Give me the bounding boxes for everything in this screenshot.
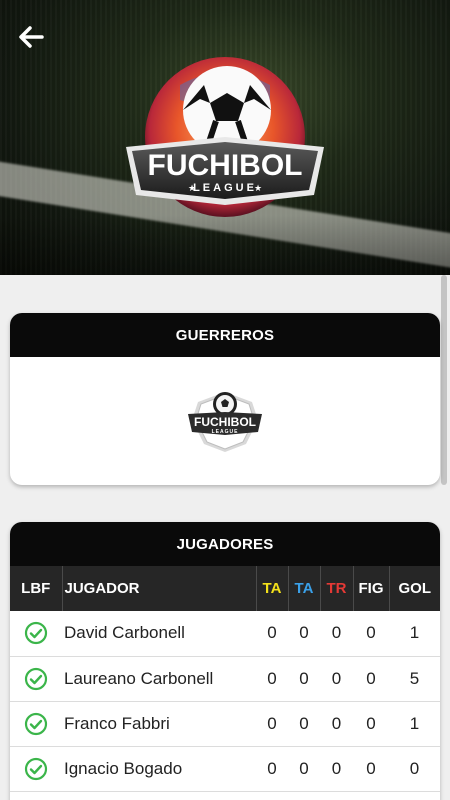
table-row[interactable]: Franco Fabbri 0 0 0 0 1 bbox=[10, 701, 440, 746]
team-logo-sub: LEAGUE bbox=[212, 429, 239, 435]
lbf-cell bbox=[10, 746, 62, 791]
col-tr-label: TR bbox=[326, 580, 347, 597]
ta-yellow-value: 0 bbox=[267, 668, 277, 688]
table-header-row: LBF JUGADOR TA TA TR FIG GOL bbox=[10, 566, 440, 611]
players-title: JUGADORES bbox=[10, 522, 440, 566]
players-table: LBF JUGADOR TA TA TR FIG GOL David Carbo… bbox=[10, 566, 440, 792]
player-name: Ignacio Bogado bbox=[64, 758, 183, 778]
check-circle-icon bbox=[24, 757, 48, 780]
col-ta-blue-label: TA bbox=[294, 580, 314, 597]
gol-value: 1 bbox=[409, 623, 420, 643]
scrollbar-thumb[interactable] bbox=[441, 275, 447, 485]
col-jugador: JUGADOR bbox=[61, 566, 256, 611]
col-lbf: LBF bbox=[10, 566, 62, 611]
player-name: David Carbonell bbox=[64, 623, 185, 643]
fig-value: 0 bbox=[366, 713, 376, 733]
gol-value: 0 bbox=[409, 758, 420, 778]
team-body: FUCHIBOL LEAGUE bbox=[10, 357, 440, 485]
check-circle-icon bbox=[24, 622, 48, 645]
col-ta-yellow-label: TA bbox=[262, 580, 282, 597]
logo-word: FUCHIBOL bbox=[148, 149, 303, 182]
table-row[interactable]: David Carbonell 0 0 0 0 1 bbox=[10, 611, 440, 656]
ta-yellow-value: 0 bbox=[267, 758, 277, 778]
team-card: GUERREROS FUCHIBOL LEAGUE bbox=[10, 313, 440, 485]
scrollbar[interactable] bbox=[440, 275, 448, 800]
back-button[interactable] bbox=[14, 20, 48, 54]
table-row[interactable]: Laureano Carbonell 0 0 0 0 5 bbox=[10, 656, 440, 701]
player-name: Franco Fabbri bbox=[64, 713, 170, 733]
arrow-left-icon bbox=[19, 26, 44, 48]
fig-value: 0 bbox=[366, 623, 376, 643]
fuchibol-league-logo: FUCHIBOL LEAGUE ★ ★ bbox=[126, 57, 324, 217]
fig-value: 0 bbox=[366, 668, 376, 688]
lbf-cell bbox=[10, 701, 62, 746]
lbf-cell bbox=[10, 656, 62, 701]
check-circle-icon bbox=[24, 667, 48, 690]
star-icon: ★ bbox=[188, 183, 196, 193]
col-fig-label: FIG bbox=[358, 580, 384, 597]
tr-value: 0 bbox=[331, 668, 342, 688]
ta-blue-value: 0 bbox=[299, 623, 309, 643]
col-ta-blue: TA bbox=[287, 566, 320, 611]
col-ta-yellow: TA bbox=[255, 566, 288, 611]
logo-sub: LEAGUE bbox=[193, 182, 257, 194]
col-gol: GOL bbox=[388, 566, 440, 611]
hero-shade bbox=[0, 215, 450, 275]
col-tr: TR bbox=[319, 566, 353, 611]
tr-value: 0 bbox=[331, 758, 342, 778]
ta-yellow-value: 0 bbox=[267, 713, 277, 733]
team-logo-word: FUCHIBOL bbox=[194, 415, 256, 429]
col-fig: FIG bbox=[352, 566, 389, 611]
gol-value: 1 bbox=[409, 713, 420, 733]
ta-blue-value: 0 bbox=[299, 758, 309, 778]
player-name: Laureano Carbonell bbox=[64, 668, 214, 688]
players-card: JUGADORES LBF JUGADOR TA TA TR FIG GOL D… bbox=[10, 522, 440, 800]
gol-value: 5 bbox=[409, 668, 420, 688]
col-gol-label: GOL bbox=[398, 580, 432, 597]
lbf-cell bbox=[10, 611, 62, 656]
hero-banner: FUCHIBOL LEAGUE ★ ★ bbox=[0, 0, 450, 275]
ta-blue-value: 0 bbox=[299, 713, 309, 733]
tr-value: 0 bbox=[331, 623, 342, 643]
team-logo: FUCHIBOL LEAGUE bbox=[188, 392, 262, 452]
fig-value: 0 bbox=[366, 758, 376, 778]
ta-yellow-value: 0 bbox=[267, 623, 277, 643]
table-row[interactable]: Ignacio Bogado 0 0 0 0 0 bbox=[10, 746, 440, 791]
team-name: GUERREROS bbox=[10, 313, 440, 357]
col-lbf-label: LBF bbox=[21, 580, 51, 597]
tr-value: 0 bbox=[331, 713, 342, 733]
star-icon: ★ bbox=[254, 183, 262, 193]
ta-blue-value: 0 bbox=[299, 668, 309, 688]
col-jugador-label: JUGADOR bbox=[64, 580, 140, 597]
check-circle-icon bbox=[24, 712, 48, 735]
